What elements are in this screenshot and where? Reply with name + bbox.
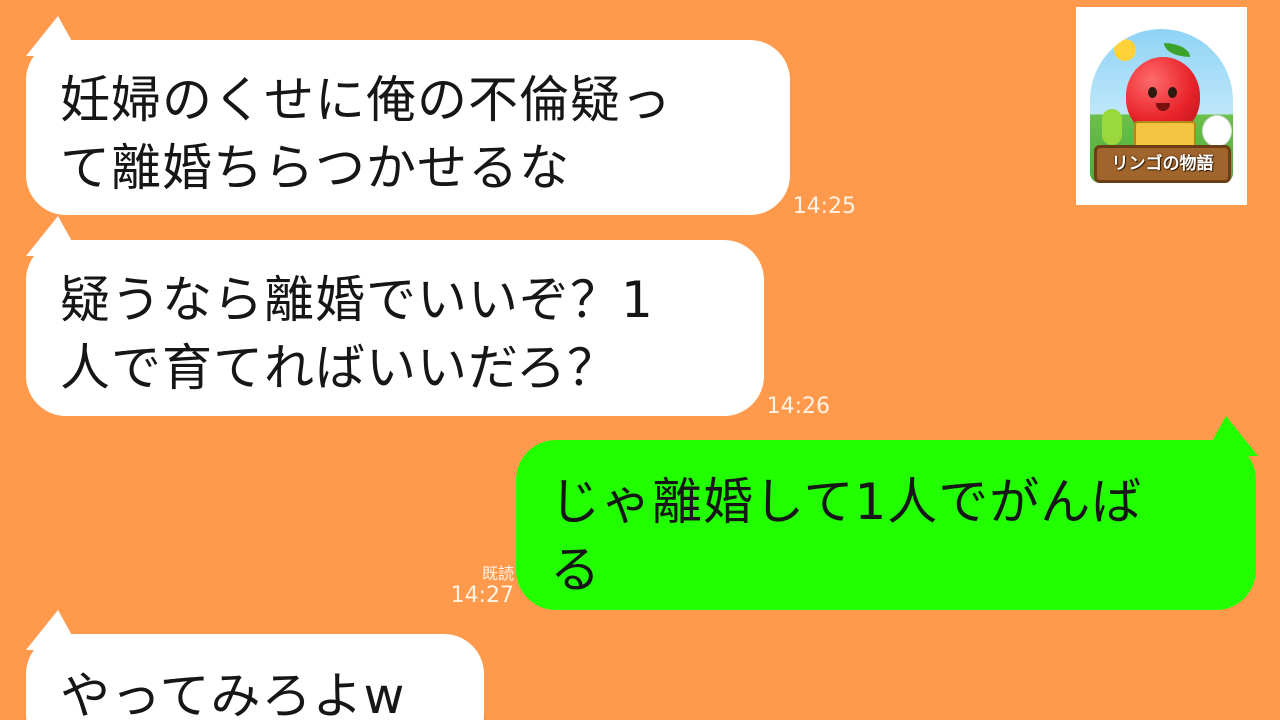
incoming-message-bubble[interactable]: 疑うなら離婚でいいぞ？1 人で育てればいいだろ？ — [26, 240, 764, 416]
sun-icon — [1114, 39, 1136, 61]
message-text-line: る — [550, 541, 601, 599]
outgoing-message-bubble[interactable]: じゃ離婚して1人でがんば る — [516, 440, 1256, 610]
message-meta: 既読 14:27 — [440, 565, 514, 609]
incoming-message-bubble[interactable]: 妊婦のくせに俺の不倫疑っ て離婚ちらつかせるな — [26, 40, 790, 215]
leaf-icon — [1164, 43, 1190, 57]
bird-icon — [1202, 115, 1232, 147]
message-text-line: 人で育てればいいだろ？ — [60, 339, 618, 397]
caterpillar-icon — [1102, 109, 1122, 145]
mouth-icon — [1156, 103, 1170, 111]
message-text-line: じゃ離婚して1人でがんば — [550, 473, 1143, 531]
logo-title: リンゴの物語 — [1111, 154, 1214, 174]
message-timestamp: 14:27 — [450, 583, 514, 608]
message-timestamp: 14:26 — [766, 394, 830, 419]
message-text-line: て離婚ちらつかせるな — [60, 139, 570, 197]
message-timestamp: 14:25 — [792, 194, 856, 219]
channel-logo: リンゴの物語 — [1076, 7, 1247, 205]
eye-icon — [1168, 87, 1177, 98]
message-text-line: 疑うなら離婚でいいぞ？1 — [60, 271, 654, 329]
message-meta: 14:26 — [762, 394, 830, 420]
message-meta: 14:25 — [790, 194, 856, 220]
message-text-line: 妊婦のくせに俺の不倫疑っ — [60, 71, 672, 129]
logo-signboard: リンゴの物語 — [1094, 145, 1231, 183]
eye-icon — [1148, 87, 1157, 98]
message-text-line: やってみろよw — [60, 667, 406, 720]
read-receipt: 既読 — [481, 564, 514, 583]
incoming-message-bubble[interactable]: やってみろよw — [26, 634, 484, 720]
